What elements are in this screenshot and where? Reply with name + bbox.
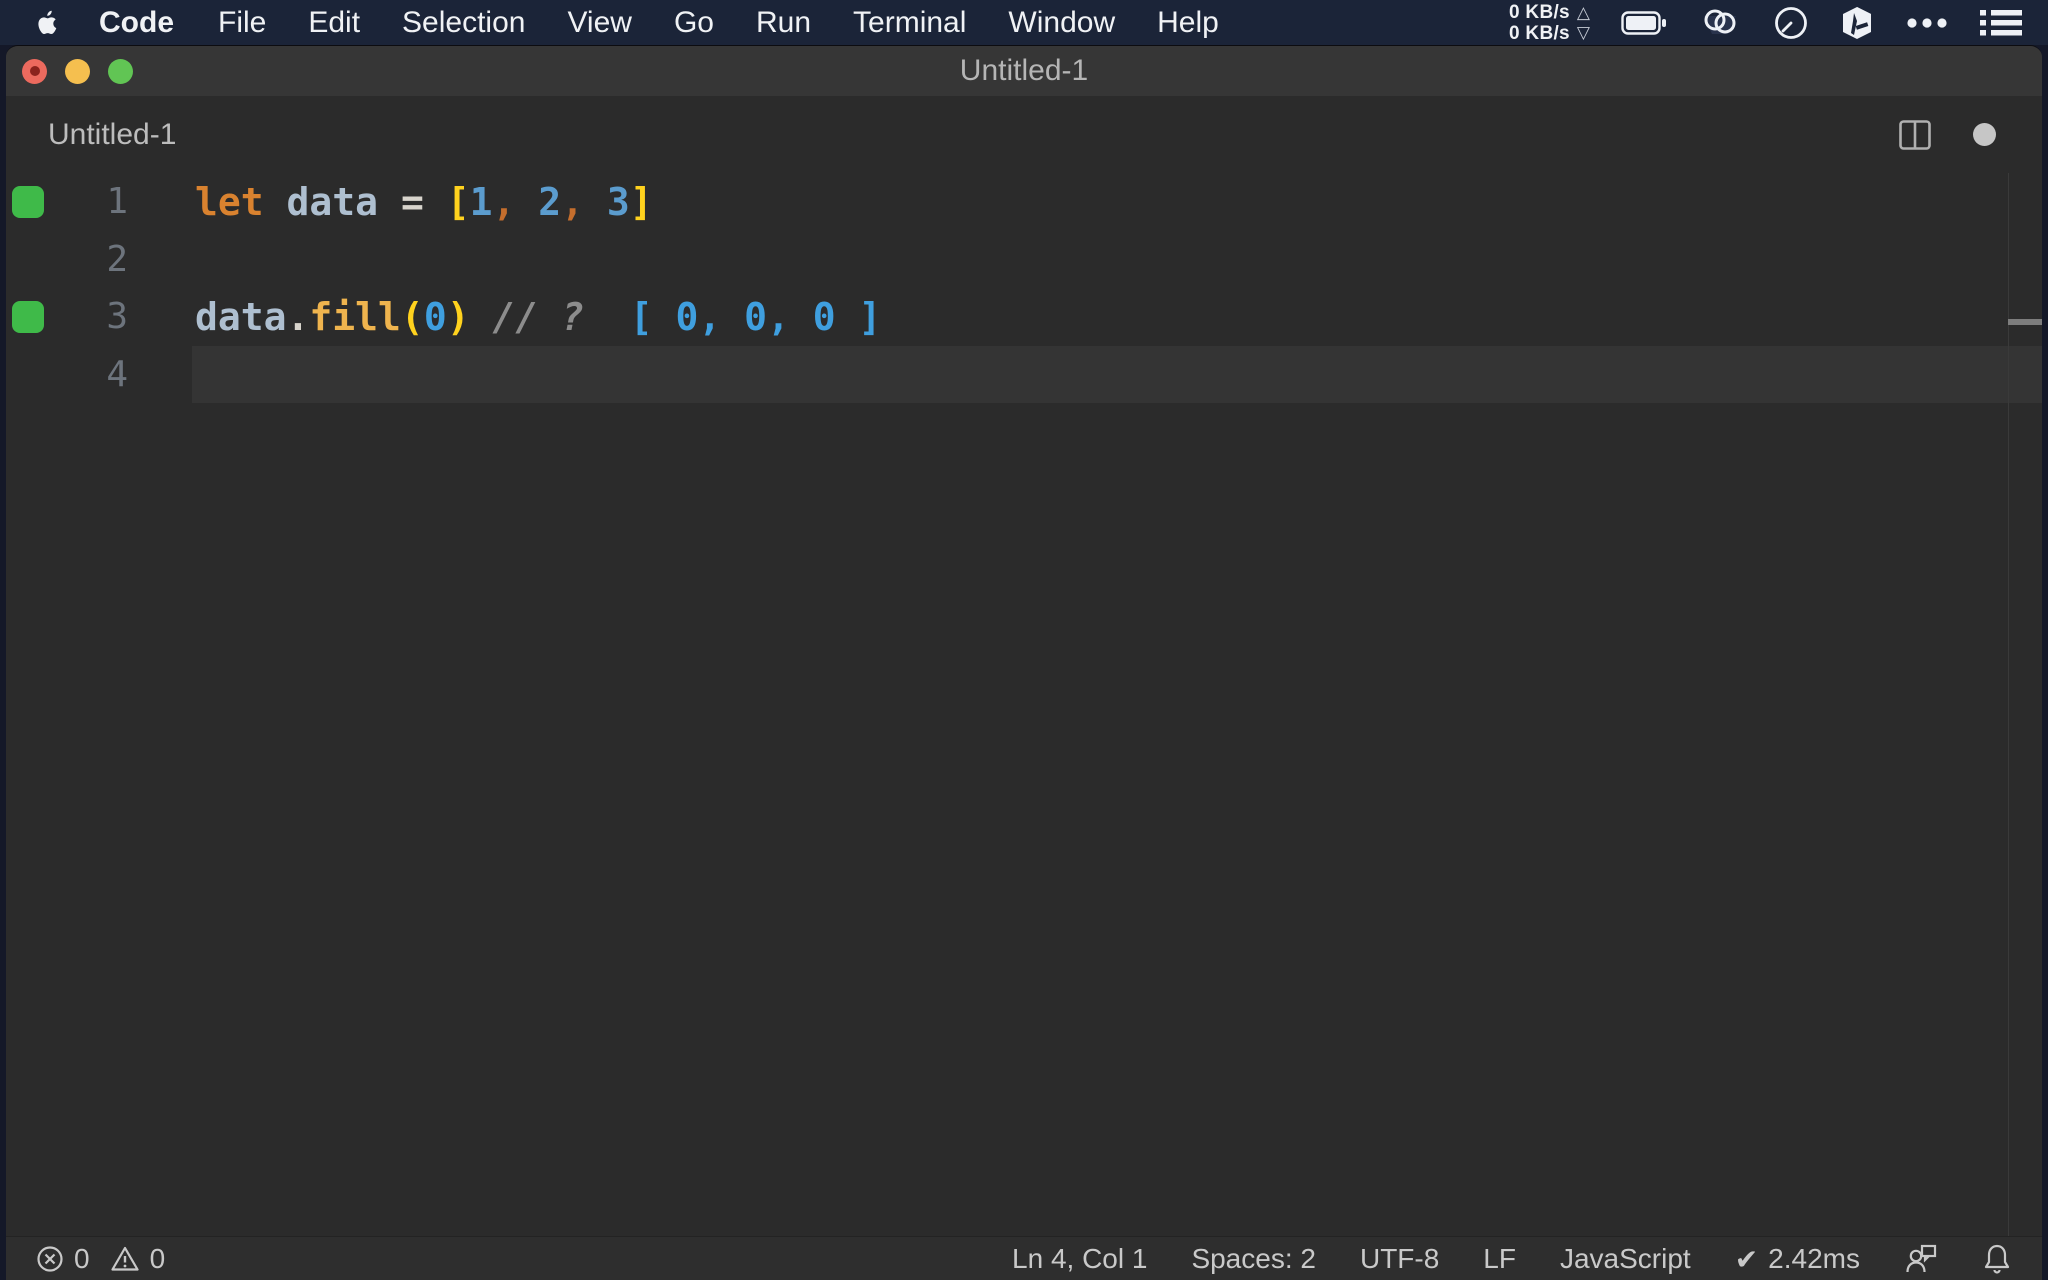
menu-bar: Code File Edit Selection View Go Run Terminal Wi… xyxy=(0,0,2048,45)
menu-item-terminal[interactable]: Terminal xyxy=(832,6,987,40)
apple-menu[interactable] xyxy=(32,6,62,40)
menu-item-help[interactable]: Help xyxy=(1136,6,1240,40)
cube-icon xyxy=(1843,6,1871,39)
editor-tab[interactable]: Untitled-1 xyxy=(48,118,176,152)
menu-bar-left: Code File Edit Selection View Go Run Terminal Wi… xyxy=(26,6,1240,40)
warning-count: 0 xyxy=(149,1243,166,1274)
code-text: data.fill(0) // ? [ 0, 0, 0 ] xyxy=(195,294,882,339)
code-line-1[interactable]: 1 let data = [1, 2, 3] xyxy=(6,173,2042,231)
status-bar: 0 0 Ln 4, Col 1 Spaces: 2 UTF-8 LF JavaS… xyxy=(6,1236,2042,1280)
line-number: 3 xyxy=(106,296,128,338)
coverage-marker-empty xyxy=(12,243,44,275)
linked-rings-menu-item[interactable] xyxy=(1698,6,1742,40)
error-count: 0 xyxy=(74,1243,90,1274)
problems-summary[interactable]: 0 0 xyxy=(36,1243,165,1275)
indentation[interactable]: Spaces: 2 xyxy=(1191,1243,1316,1275)
network-down-speed: 0 KB/s xyxy=(1508,22,1570,44)
menu-bar-status: 0 KB/s 0 KB/s △ ▽ xyxy=(1509,2,2022,44)
screen: Code File Edit Selection View Go Run Terminal Wi… xyxy=(0,0,2048,1280)
eol-sequence[interactable]: LF xyxy=(1483,1243,1516,1275)
window-title: Untitled-1 xyxy=(959,54,1089,87)
feedback-button[interactable] xyxy=(1904,1243,1938,1275)
vscode-window: Untitled-1 Untitled-1 1 let data = [1, 2,… xyxy=(6,45,2042,1280)
network-up-speed: 0 KB/s xyxy=(1508,1,1570,23)
window-titlebar[interactable]: Untitled-1 xyxy=(6,46,2042,96)
list-icon xyxy=(1980,9,2022,35)
line-number: 1 xyxy=(106,181,128,223)
cursor-position[interactable]: Ln 4, Col 1 xyxy=(1012,1243,1147,1275)
menu-item-run[interactable]: Run xyxy=(735,6,832,40)
menu-items: Code File Edit Selection View Go Run Terminal Wi… xyxy=(78,6,1240,40)
code-editor[interactable]: 1 let data = [1, 2, 3] 2 3 data.fill(0) // ?… xyxy=(6,173,2042,1236)
timer-menu-item[interactable] xyxy=(1773,5,1809,41)
modified-indicator[interactable] xyxy=(1973,123,1996,146)
code-line-2[interactable]: 2 xyxy=(6,231,2042,289)
menu-item-window[interactable]: Window xyxy=(987,6,1136,40)
battery-status[interactable] xyxy=(1621,10,1667,35)
menu-item-code[interactable]: Code xyxy=(78,6,197,40)
overview-ruler[interactable] xyxy=(2008,173,2042,1236)
list-menu-item[interactable] xyxy=(1980,8,2022,38)
code-text: let data = [1, 2, 3] xyxy=(195,179,653,224)
line-number: 4 xyxy=(106,353,128,395)
code-lines: 1 let data = [1, 2, 3] 2 3 data.fill(0) // ?… xyxy=(6,173,2042,403)
bell-icon xyxy=(1984,1244,2010,1274)
battery-icon xyxy=(1621,10,1666,35)
menu-item-view[interactable]: View xyxy=(546,6,652,40)
linked-rings-icon xyxy=(1704,9,1736,34)
menu-item-go[interactable]: Go xyxy=(653,6,735,40)
editor-tab-bar: Untitled-1 xyxy=(6,96,2042,173)
quokka-status[interactable]: ✔ 2.42ms xyxy=(1735,1243,1860,1276)
warning-icon xyxy=(110,1246,139,1271)
ruler-cursor-marker xyxy=(2008,319,2042,325)
coverage-marker-empty xyxy=(12,358,44,390)
network-throughput[interactable]: 0 KB/s 0 KB/s △ ▽ xyxy=(1509,2,1590,44)
error-icon xyxy=(37,1246,63,1272)
encoding[interactable]: UTF-8 xyxy=(1360,1243,1439,1275)
up-arrow-icon: △ xyxy=(1576,2,1590,22)
coverage-marker-icon xyxy=(12,300,44,333)
code-line-3[interactable]: 3 data.fill(0) // ? [ 0, 0, 0 ] xyxy=(6,288,2042,346)
menu-item-selection[interactable]: Selection xyxy=(381,6,546,40)
apple-icon xyxy=(38,10,57,34)
notifications-button[interactable] xyxy=(1982,1243,2012,1275)
menu-item-edit[interactable]: Edit xyxy=(287,6,381,40)
coverage-marker-icon xyxy=(12,185,44,218)
quokka-time: 2.42ms xyxy=(1768,1243,1860,1274)
split-editor-button[interactable] xyxy=(1899,119,1931,150)
ellipsis-icon xyxy=(1907,17,1947,28)
down-arrow-icon: ▽ xyxy=(1576,22,1590,42)
ellipsis-menu-item[interactable] xyxy=(1905,17,1949,29)
code-line-4[interactable]: 4 xyxy=(6,345,2042,403)
line-number: 2 xyxy=(106,238,128,280)
status-bar-right: Ln 4, Col 1 Spaces: 2 UTF-8 LF JavaScrip… xyxy=(1012,1243,2012,1276)
cube-menu-item[interactable] xyxy=(1840,5,1874,41)
timer-icon xyxy=(1775,6,1807,39)
split-editor-icon xyxy=(1899,119,1931,150)
feedback-icon xyxy=(1906,1244,1937,1273)
editor-actions xyxy=(1899,119,1996,150)
check-icon: ✔ xyxy=(1734,1242,1759,1276)
menu-item-file[interactable]: File xyxy=(197,6,287,40)
language-mode[interactable]: JavaScript xyxy=(1560,1243,1691,1275)
